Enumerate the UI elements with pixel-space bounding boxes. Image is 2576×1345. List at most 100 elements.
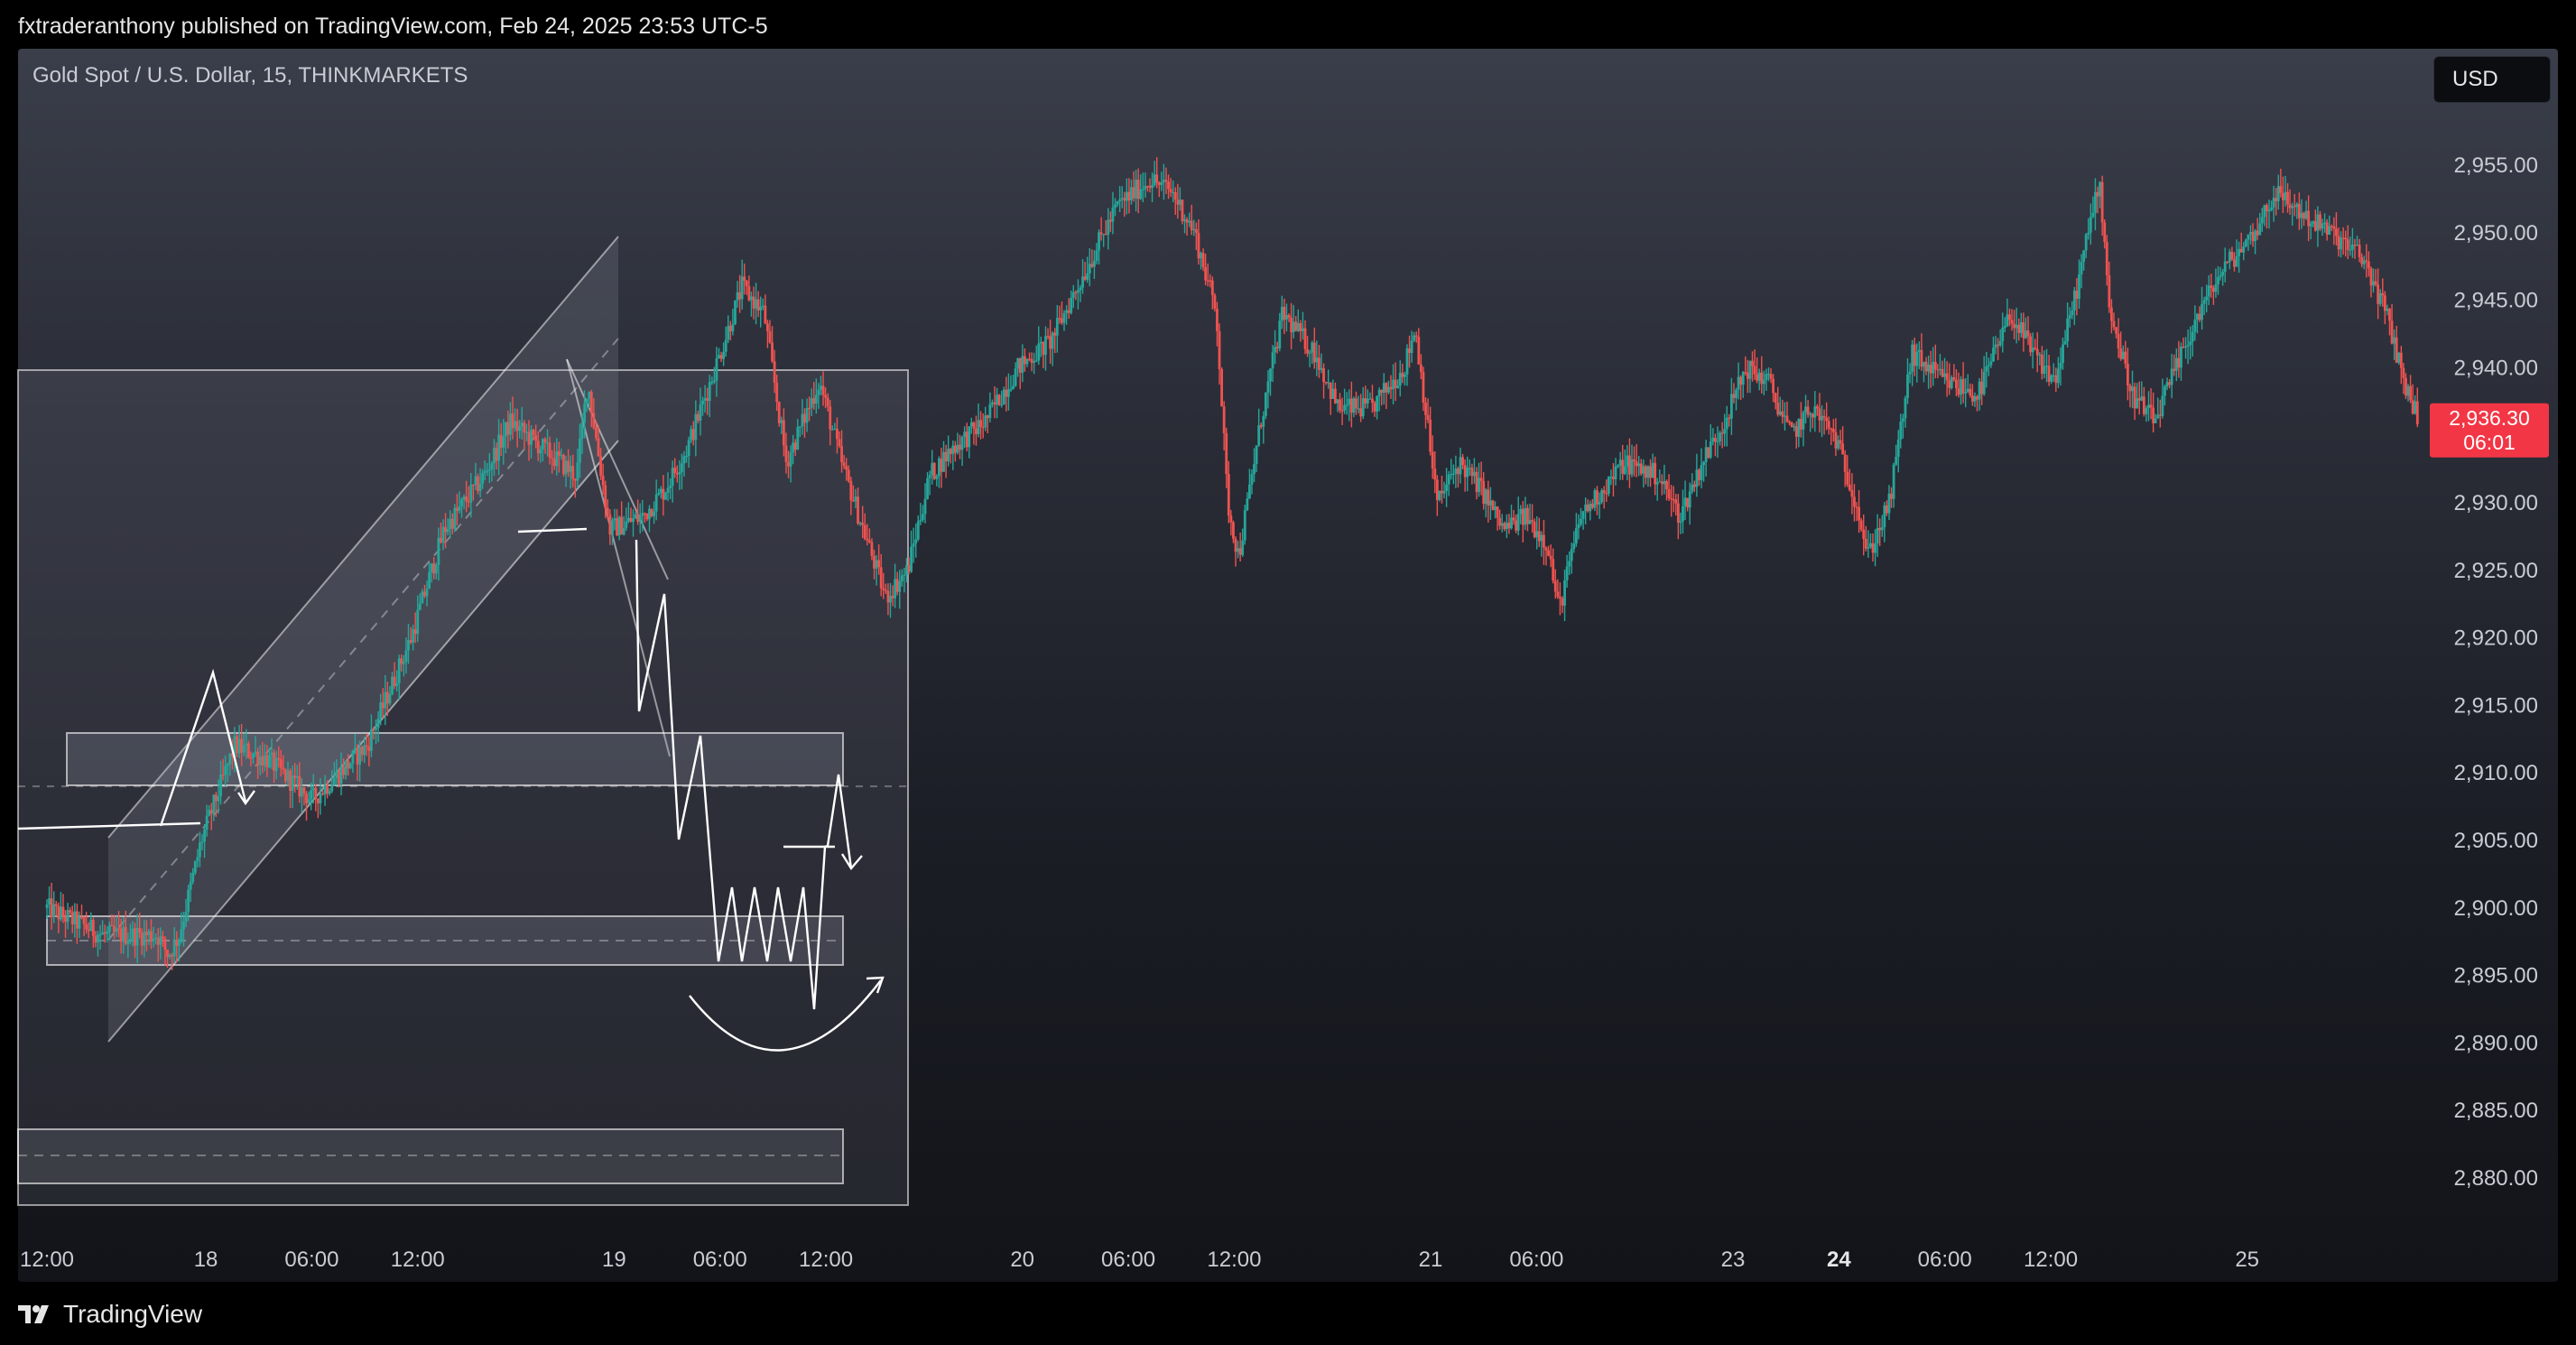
- candle-body: [2323, 222, 2327, 224]
- candle-body: [1813, 406, 1817, 418]
- candle-body: [977, 420, 980, 435]
- candle-body: [143, 932, 146, 946]
- symbol-title[interactable]: Gold Spot / U.S. Dollar, 15, THINKMARKET…: [32, 63, 468, 88]
- candle-body: [1178, 199, 1181, 205]
- candle-body: [548, 442, 551, 459]
- candle-body: [358, 747, 361, 765]
- candle-body: [1498, 517, 1502, 526]
- candle-body: [1692, 484, 1696, 487]
- candle-body: [101, 932, 105, 935]
- candle-body: [242, 745, 246, 753]
- candle-body: [756, 299, 760, 311]
- candle-body: [1524, 507, 1527, 525]
- candle-body: [2158, 414, 2162, 416]
- candle-body: [497, 434, 501, 461]
- candle-body: [2031, 348, 2034, 353]
- candle-body: [1896, 439, 1900, 458]
- candle-body: [1973, 396, 1977, 402]
- candle-body: [423, 591, 426, 597]
- candle-body: [1016, 357, 1020, 369]
- price-tick-label: 2,880.00: [2454, 1166, 2538, 1191]
- time-tick-label: 18: [194, 1248, 218, 1272]
- candle-body: [638, 515, 642, 522]
- candle-body: [2128, 385, 2132, 392]
- time-tick-label: 25: [2235, 1248, 2259, 1272]
- candle-body: [307, 799, 310, 803]
- price-axis[interactable]: 2,955.002,950.002,945.002,940.002,935.00…: [2454, 153, 2538, 1191]
- candle-body: [959, 444, 961, 450]
- candle-body: [2319, 214, 2321, 229]
- candle-body: [2063, 340, 2067, 345]
- candle-body: [2291, 206, 2294, 209]
- candle-body: [237, 738, 241, 754]
- candle-body: [205, 815, 208, 830]
- candle-body: [1961, 379, 1965, 394]
- candle-body: [1547, 550, 1550, 556]
- candle-body: [1348, 398, 1351, 405]
- candle-body: [2180, 346, 2182, 368]
- candle-body: [2003, 326, 2006, 328]
- candle-body: [829, 406, 832, 430]
- candle-body: [2041, 354, 2043, 375]
- candle-body: [261, 756, 264, 766]
- candle-body: [1385, 383, 1388, 393]
- candle-body: [1278, 320, 1282, 348]
- candle-body: [1831, 429, 1835, 432]
- candle-body: [1790, 422, 1793, 428]
- time-axis[interactable]: 12:00 18 06:00 12:00 19 06:00 12:00 20 06:00 12:0…: [20, 1248, 2259, 1272]
- candle-body: [2100, 181, 2104, 223]
- candle-body: [932, 463, 936, 479]
- candle-body: [712, 380, 716, 383]
- candle-body: [1331, 388, 1335, 399]
- candle-body: [1809, 413, 1812, 415]
- candle-body: [557, 450, 561, 456]
- candle-body: [113, 925, 116, 932]
- last-price-badge: 2,936.30 06:01: [2430, 403, 2549, 458]
- candle-body: [2321, 223, 2324, 229]
- candle-body: [953, 445, 957, 453]
- candle-body: [1253, 464, 1256, 475]
- candle-body: [490, 463, 494, 470]
- candle-body: [1859, 520, 1863, 530]
- currency-button[interactable]: USD: [2433, 56, 2551, 103]
- candle-body: [1633, 459, 1635, 462]
- candle-body: [1216, 308, 1219, 331]
- candle-body: [564, 460, 568, 475]
- candle-body: [2340, 237, 2342, 250]
- candle-body: [321, 793, 324, 795]
- candle-body: [1229, 515, 1233, 523]
- candle-body: [1392, 379, 1395, 390]
- candle-body: [1136, 180, 1140, 199]
- candle-body: [1271, 352, 1274, 369]
- candle-body: [228, 753, 232, 765]
- candle-body: [73, 911, 77, 924]
- candle-body: [2056, 368, 2060, 384]
- tradingview-logo[interactable]: TradingView: [18, 1300, 202, 1329]
- candle-body: [314, 787, 318, 799]
- candle-body: [1568, 561, 1571, 567]
- price-chart[interactable]: 2,955.002,950.002,945.002,940.002,935.00…: [0, 0, 2576, 1345]
- candle-body: [1081, 276, 1084, 288]
- time-tick-label: 12:00: [20, 1248, 74, 1272]
- candle-body: [1067, 310, 1070, 313]
- candle-body: [560, 455, 563, 457]
- price-tick-label: 2,955.00: [2454, 153, 2538, 178]
- candle-body: [1401, 373, 1404, 377]
- candle-body: [1478, 478, 1480, 493]
- candle-body: [1275, 347, 1279, 348]
- candle-body: [140, 932, 144, 946]
- price-tick-label: 2,930.00: [2454, 491, 2538, 515]
- candle-body: [1707, 447, 1710, 458]
- candle-body: [2226, 261, 2229, 263]
- candle-body: [654, 494, 658, 512]
- candle-body: [1044, 336, 1047, 356]
- candle-body: [1651, 462, 1654, 478]
- candle-body: [2377, 284, 2380, 304]
- candle-body: [477, 476, 479, 492]
- candle-body: [397, 658, 401, 683]
- candle-body: [536, 441, 540, 454]
- candle-body: [240, 738, 244, 753]
- candle-body: [381, 702, 385, 709]
- candle-body: [1774, 393, 1777, 404]
- candle-body: [1218, 330, 1221, 369]
